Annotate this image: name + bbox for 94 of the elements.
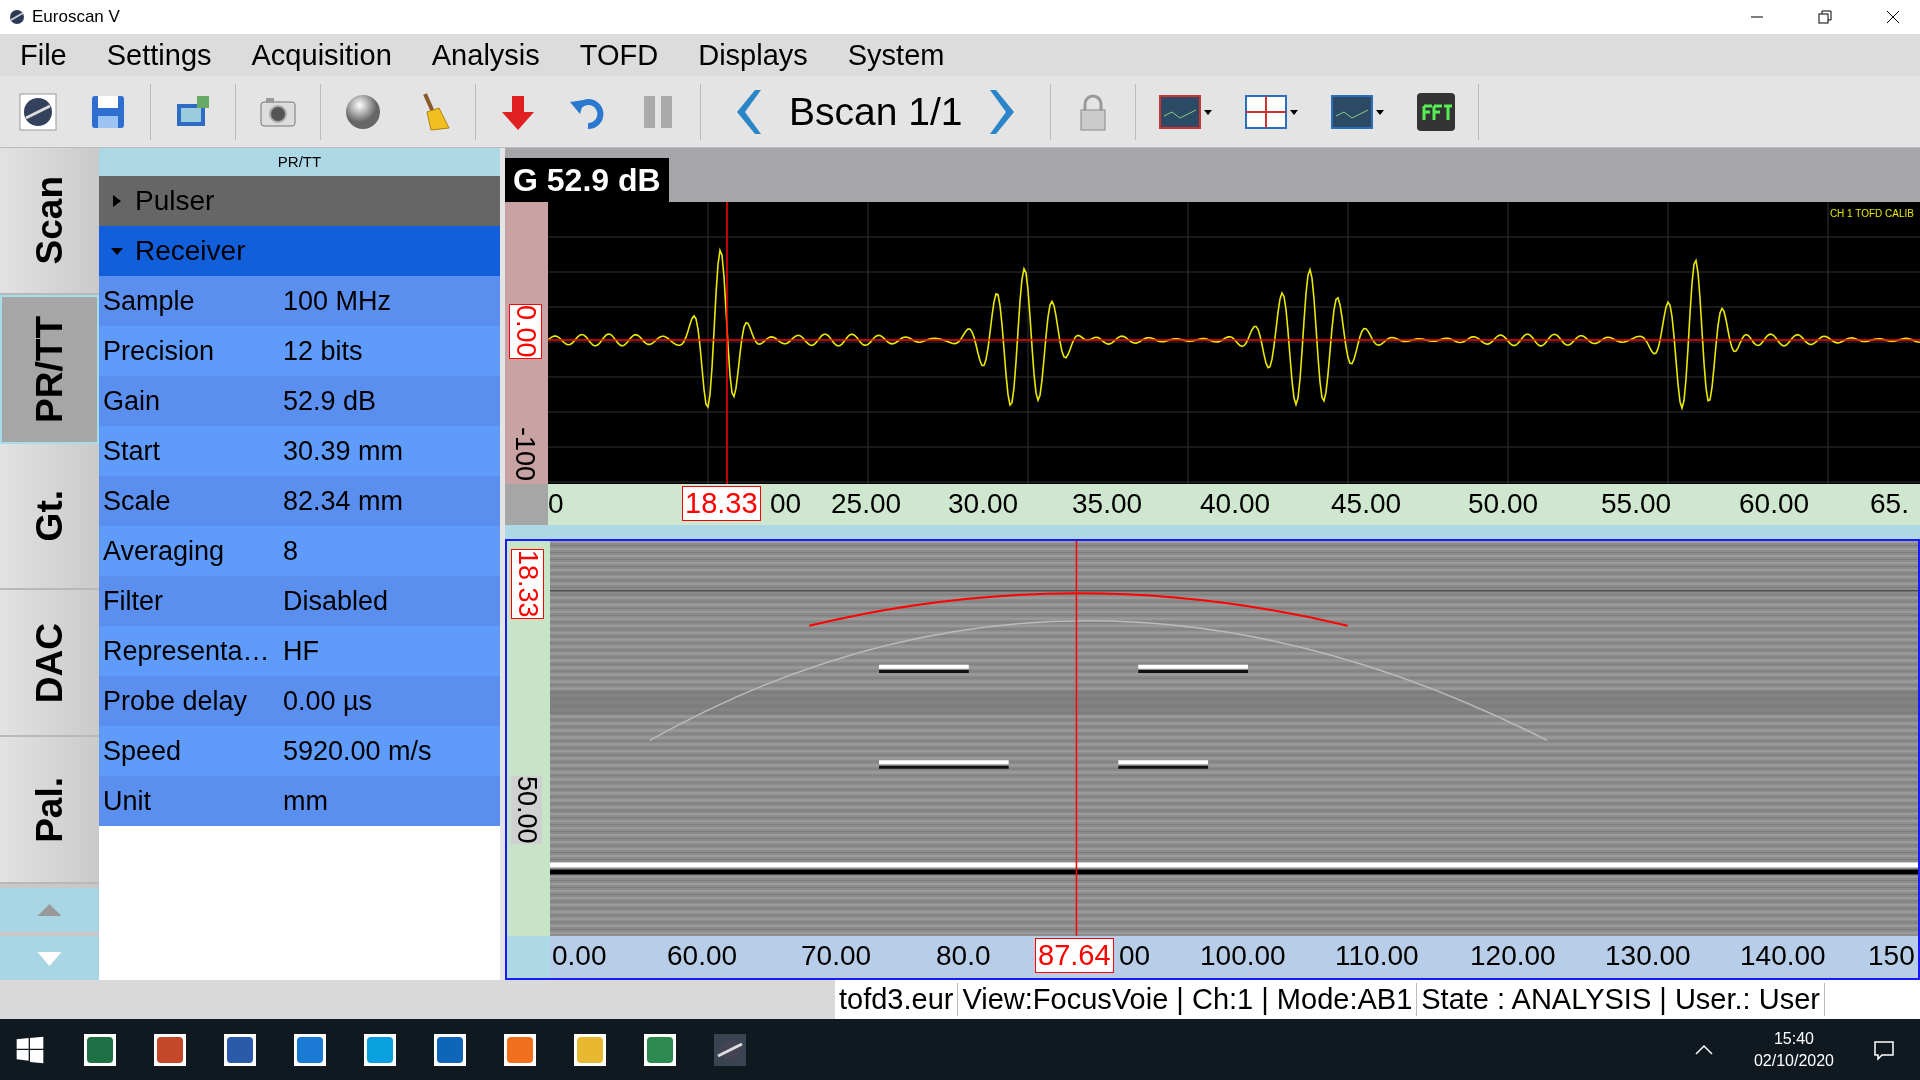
menu-item[interactable]: Displays <box>698 38 808 72</box>
axis-label: 50.00 <box>1468 488 1539 521</box>
side-tab[interactable]: Scan <box>0 148 99 295</box>
axis-label: 35.00 <box>1072 488 1143 521</box>
app-icon[interactable] <box>714 1033 746 1066</box>
app-icon[interactable] <box>504 1033 536 1066</box>
axis-label: -100 <box>509 427 540 482</box>
axis-label: 00 <box>770 488 802 521</box>
menu-item[interactable]: Settings <box>106 38 212 72</box>
axis-label: 60.00 <box>1739 488 1810 521</box>
globe-icon[interactable] <box>18 91 58 132</box>
app-icon[interactable] <box>364 1033 396 1066</box>
restore-icon[interactable] <box>1816 8 1834 26</box>
property-name: Representa… <box>102 635 271 667</box>
section-header[interactable]: Pulser <box>99 176 500 226</box>
close-icon[interactable] <box>1884 8 1902 26</box>
axis-label: 100.00 <box>1200 940 1286 972</box>
status-text: View:FocusVoie | Ch:1 | Mode:AB1 <box>958 983 1418 1016</box>
side-tab[interactable]: PR/TT <box>0 294 99 444</box>
view-label: Bscan 1/1 <box>789 89 963 134</box>
axis-label: 50.00 <box>511 776 542 844</box>
status-text: tofd3.eur <box>835 983 959 1016</box>
axis-label: 80.0 <box>936 940 991 972</box>
axis-label: 40.00 <box>1200 488 1271 521</box>
section-header[interactable]: Receiver <box>99 226 500 276</box>
menu-item[interactable]: Analysis <box>431 38 540 72</box>
axis-label: 65. <box>1870 488 1909 521</box>
app-logo-icon <box>8 8 26 26</box>
window-title: Euroscan V <box>32 7 120 27</box>
menu-item[interactable]: File <box>20 38 67 72</box>
property-name: Unit <box>102 785 152 817</box>
axis-label: 55.00 <box>1601 488 1672 521</box>
section-label: Receiver <box>135 235 246 267</box>
app-icon[interactable] <box>84 1033 116 1066</box>
app-icon[interactable] <box>644 1033 676 1066</box>
expander-icon <box>111 245 123 257</box>
property-name: Gain <box>102 385 162 417</box>
axis-label: 130.00 <box>1605 940 1691 972</box>
property-value[interactable]: mm <box>283 785 328 817</box>
section-label: Pulser <box>135 185 215 217</box>
menu-item[interactable]: System <box>847 38 945 72</box>
side-tab[interactable]: DAC <box>0 590 99 738</box>
property-name: Precision <box>102 335 216 367</box>
side-tab[interactable]: Gt. <box>0 443 99 591</box>
expander-icon <box>111 195 123 207</box>
property-value[interactable]: 100 MHz <box>283 285 392 317</box>
property-value[interactable]: 82.34 mm <box>283 485 404 517</box>
cursor-value[interactable]: 87.64 <box>1035 938 1114 973</box>
property-value[interactable]: 12 bits <box>283 335 363 367</box>
axis-label: 110.00 <box>1335 940 1419 972</box>
fft-icon[interactable] <box>1416 91 1457 132</box>
menu-item[interactable]: TOFD <box>579 38 659 72</box>
cursor-value[interactable]: 18.33 <box>682 486 761 522</box>
property-name: Speed <box>102 735 183 767</box>
amplitude-cursor-value: 0.00 <box>509 304 542 359</box>
axis-label: 00 <box>1119 940 1151 972</box>
property-value[interactable]: HF <box>283 635 319 667</box>
axis-label: 25.00 <box>831 488 902 521</box>
clock-date: 02/10/2020 <box>1753 1051 1834 1070</box>
property-value[interactable]: 30.39 mm <box>283 435 404 467</box>
channel-label: CH 1 TOFD CALIB <box>1829 208 1914 220</box>
property-name: Filter <box>102 585 164 617</box>
axis-label: 0.00 <box>552 940 607 972</box>
axis-label: 30.00 <box>948 488 1019 521</box>
axis-label: 60.00 <box>667 940 738 972</box>
property-value[interactable]: 8 <box>283 535 299 567</box>
property-name: Sample <box>102 285 196 317</box>
depth-cursor-value[interactable]: 18.33 <box>511 549 544 619</box>
axis-label: 70.00 <box>801 940 872 972</box>
property-name: Averaging <box>102 535 226 567</box>
panel-title: PR/TT <box>99 148 500 176</box>
app-icon[interactable] <box>154 1033 186 1066</box>
property-value[interactable]: 52.9 dB <box>283 385 377 417</box>
status-text: State : ANALYSIS | User.: User <box>1417 983 1825 1016</box>
axis-label: 0 <box>548 488 564 521</box>
property-value[interactable]: Disabled <box>283 585 389 617</box>
axis-label: 45.00 <box>1331 488 1402 521</box>
app-icon[interactable] <box>574 1033 606 1066</box>
app-icon[interactable] <box>224 1033 256 1066</box>
property-name: Start <box>102 435 162 467</box>
axis-corner <box>505 484 548 525</box>
axis-label: 120.00 <box>1470 940 1556 972</box>
axis-label: 150 <box>1868 940 1915 972</box>
app-icon[interactable] <box>434 1033 466 1066</box>
axis-label: 140.00 <box>1740 940 1826 972</box>
gain-label: G 52.9 dB <box>505 158 669 203</box>
property-name: Probe delay <box>102 685 249 717</box>
property-value[interactable]: 0.00 µs <box>283 685 373 717</box>
menu-item[interactable]: Acquisition <box>251 38 392 72</box>
clock-time: 15:40 <box>1773 1029 1814 1048</box>
app-icon[interactable] <box>294 1033 326 1066</box>
property-value[interactable]: 5920.00 m/s <box>283 735 432 767</box>
side-tab[interactable]: Pal. <box>0 737 99 884</box>
property-name: Scale <box>102 485 172 517</box>
